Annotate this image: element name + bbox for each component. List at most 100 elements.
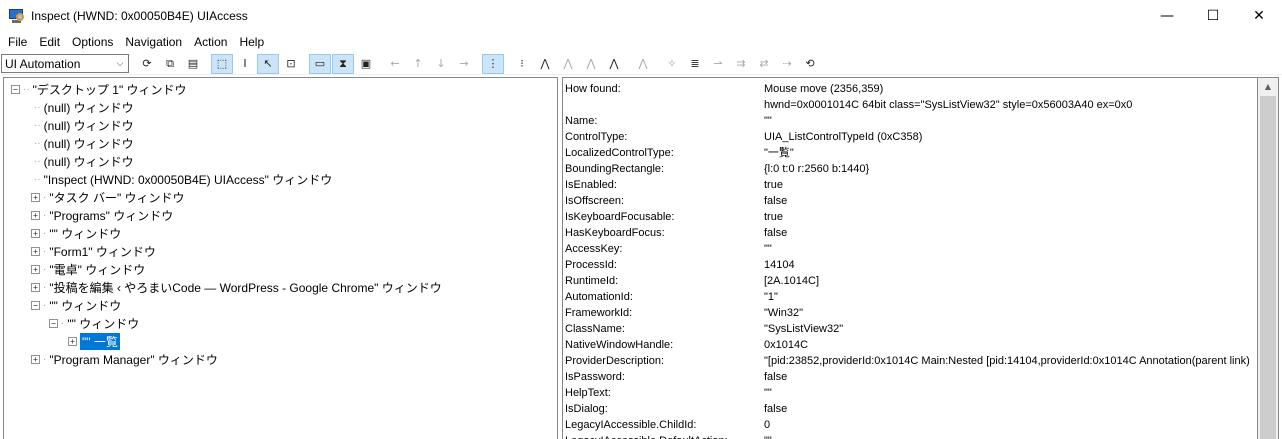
tree-item[interactable]: + · "タスク バー" ウィンドウ xyxy=(31,188,185,206)
menu-file[interactable]: File xyxy=(2,32,33,52)
menu-navigation[interactable]: Navigation xyxy=(119,32,188,52)
invoke-icon[interactable]: ≣ xyxy=(684,54,706,74)
property-row[interactable]: LegacyIAccessible.DefaultAction:"" xyxy=(563,433,1257,439)
watch-cursor-icon[interactable]: ↖ xyxy=(257,53,279,74)
property-row[interactable]: ProviderDescription: "[pid:23852,provider… xyxy=(563,353,1257,369)
element-tree[interactable]: − ·· "デスクトップ 1" ウィンドウ ·· (null) ウィンドウ ··… xyxy=(3,77,558,439)
scroll-up-icon[interactable]: ▲ xyxy=(1258,78,1278,95)
toolbar: UI Automation ⌵ ⟳ ⧉ ▤ ⬚ Ι ↖ ⊡ ▭ ⧗ ▣ ← ↑ … xyxy=(0,53,1282,75)
chevron-down-icon: ⌵ xyxy=(116,58,124,68)
tree-item[interactable]: ·· (null) ウィンドウ xyxy=(34,98,134,116)
property-row[interactable]: AccessKey: "" xyxy=(563,241,1257,257)
watch-tooltip-icon[interactable]: ⊡ xyxy=(280,54,302,74)
menu-options[interactable]: Options xyxy=(66,32,119,52)
tree-item[interactable]: + · "" ウィンドウ xyxy=(31,224,121,242)
watch-caret-icon[interactable]: Ι xyxy=(234,54,256,74)
expand-icon[interactable]: + xyxy=(31,282,40,292)
minimize-button[interactable]: — xyxy=(1144,0,1190,32)
refresh-tree-icon[interactable]: ⟲ xyxy=(799,54,821,74)
properties-scrollbar[interactable]: ▲ xyxy=(1258,77,1279,439)
tree-item[interactable]: ·· "Inspect (HWND: 0x00050B4E) UIAccess"… xyxy=(34,170,332,188)
navigate-first-child-icon[interactable]: ⋀ xyxy=(534,54,556,74)
navigate-right-icon[interactable]: → xyxy=(453,54,475,74)
scrollbar-thumb[interactable] xyxy=(1260,96,1276,439)
tree-item[interactable]: − · "" ウィンドウ xyxy=(49,314,139,332)
navigate-next-sibling-icon[interactable]: ⋀ xyxy=(557,54,579,74)
watch-focus-icon[interactable]: ⬚ xyxy=(211,53,233,74)
expand-icon[interactable]: + xyxy=(31,264,40,274)
toggle-icon[interactable]: ⇢ xyxy=(776,54,798,74)
tree-item[interactable]: + · "電卓" ウィンドウ xyxy=(31,260,145,278)
property-row[interactable]: Name: "" xyxy=(563,113,1257,129)
tree-item[interactable]: + · "Programs" ウィンドウ xyxy=(31,206,173,224)
property-row[interactable]: How found: Mouse move (2356,359) xyxy=(563,81,1257,97)
property-row[interactable]: IsDialog: false xyxy=(563,401,1257,417)
expand-icon[interactable]: + xyxy=(31,192,40,202)
show-hourglass-icon[interactable]: ⧗ xyxy=(332,53,354,74)
expand-icon[interactable]: + xyxy=(31,228,40,238)
menu-edit[interactable]: Edit xyxy=(33,32,66,52)
tree-item-desktop[interactable]: − ·· "デスクトップ 1" ウィンドウ xyxy=(11,80,187,98)
property-row[interactable]: IsKeyboardFocusable: true xyxy=(563,209,1257,225)
navigate-down-icon[interactable]: ↓ xyxy=(430,54,452,74)
tree-item[interactable]: + · "Form1" ウィンドウ xyxy=(31,242,156,260)
highlight-icon[interactable]: ✧ xyxy=(661,54,683,74)
window-title: Inspect (HWND: 0x00050B4E) UIAccess xyxy=(31,9,248,23)
collapse-icon[interactable]: − xyxy=(49,318,58,328)
property-row[interactable]: ControlType: UIA_ListControlTypeId (0xC35… xyxy=(563,129,1257,145)
expand-icon[interactable]: + xyxy=(31,210,40,220)
copy-icon[interactable]: ⧉ xyxy=(159,54,181,74)
tree-item[interactable]: ·· (null) ウィンドウ xyxy=(34,116,134,134)
tree-item[interactable]: + · "投稿を編集 ‹ やろまいCode — WordPress - Goog… xyxy=(31,278,442,296)
property-row[interactable]: ClassName: "SysListView32" xyxy=(563,321,1257,337)
tree-item[interactable]: − · "" ウィンドウ xyxy=(31,296,121,314)
expand-icon[interactable]: + xyxy=(31,246,40,256)
navigate-root-icon[interactable]: ⋀ xyxy=(632,54,654,74)
expand-icon[interactable]: + xyxy=(31,354,40,364)
maximize-button[interactable]: ☐ xyxy=(1190,0,1236,32)
collapse-icon[interactable]: − xyxy=(11,84,20,94)
property-row[interactable]: HasKeyboardFocus: false xyxy=(563,225,1257,241)
mode-dropdown[interactable]: UI Automation ⌵ xyxy=(1,54,129,73)
mode-dropdown-value: UI Automation xyxy=(5,56,81,71)
title-bar: Inspect (HWND: 0x00050B4E) UIAccess — ☐ … xyxy=(0,0,1282,32)
tree-view-icon[interactable]: ⋮ xyxy=(482,53,504,74)
property-row[interactable]: RuntimeId: [2A.1014C] xyxy=(563,273,1257,289)
menu-action[interactable]: Action xyxy=(188,32,233,52)
menu-help[interactable]: Help xyxy=(233,32,270,52)
property-row[interactable]: IsEnabled: true xyxy=(563,177,1257,193)
tree-item[interactable]: ·· (null) ウィンドウ xyxy=(34,134,134,152)
expand-icon[interactable]: ⇉ xyxy=(730,54,752,74)
property-row[interactable]: NativeWindowHandle: 0x1014C xyxy=(563,337,1257,353)
property-row[interactable]: FrameworkId: "Win32" xyxy=(563,305,1257,321)
property-row[interactable]: AutomationId: "1" xyxy=(563,289,1257,305)
inspect-app-icon xyxy=(9,8,25,24)
collapse-icon[interactable]: ⇄ xyxy=(753,54,775,74)
show-info-tip-icon[interactable]: ▣ xyxy=(355,54,377,74)
show-highlight-icon[interactable]: ▭ xyxy=(309,53,331,74)
navigate-parent-icon[interactable]: ⁝ xyxy=(511,54,533,74)
navigate-left-icon[interactable]: ← xyxy=(384,54,406,74)
property-row[interactable]: hwnd=0x0001014C 64bit class="SysListView… xyxy=(563,97,1257,113)
close-button[interactable]: ✕ xyxy=(1236,0,1282,32)
property-row[interactable]: IsPassword: false xyxy=(563,369,1257,385)
property-row[interactable]: IsOffscreen: false xyxy=(563,193,1257,209)
collapse-icon[interactable]: − xyxy=(31,300,40,310)
navigate-last-child-icon[interactable]: ⋀ xyxy=(603,54,625,74)
refresh-icon[interactable]: ⟳ xyxy=(136,54,158,74)
property-row[interactable]: BoundingRectangle: {l:0 t:0 r:2560 b:1440… xyxy=(563,161,1257,177)
tree-item[interactable]: ·· (null) ウィンドウ xyxy=(34,152,134,170)
property-row[interactable]: LocalizedControlType: "一覧" xyxy=(563,145,1257,161)
tree-item[interactable]: + · "Program Manager" ウィンドウ xyxy=(31,350,218,368)
property-row[interactable]: LegacyIAccessible.ChildId: 0 xyxy=(563,417,1257,433)
properties-pane[interactable]: How found: Mouse move (2356,359) hwnd=0x0… xyxy=(562,77,1258,439)
property-row[interactable]: ProcessId: 14104 xyxy=(563,257,1257,273)
properties-icon[interactable]: ▤ xyxy=(182,54,204,74)
tree-item-selected[interactable]: + "" 一覧 xyxy=(68,331,121,351)
navigate-up-icon[interactable]: ↑ xyxy=(407,54,429,74)
menu-bar: File Edit Options Navigation Action Help xyxy=(0,32,1282,52)
expand-icon[interactable]: + xyxy=(68,336,77,346)
property-row[interactable]: HelpText: "" xyxy=(563,385,1257,401)
navigate-prev-sibling-icon[interactable]: ⋀ xyxy=(580,54,602,74)
focus-icon[interactable]: ⇀ xyxy=(707,54,729,74)
